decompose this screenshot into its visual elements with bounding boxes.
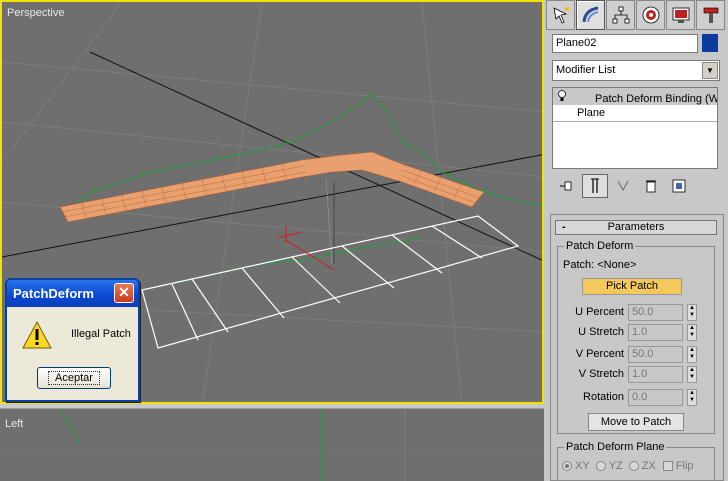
aceptar-label: Aceptar <box>48 371 100 385</box>
end-result-icon <box>591 178 599 193</box>
display-tab[interactable] <box>666 0 695 30</box>
make-unique-icon <box>617 180 629 192</box>
u-stretch-label: U Stretch <box>578 326 624 338</box>
modify-icon <box>582 6 598 23</box>
command-panel-tabs <box>546 0 728 32</box>
modify-tab[interactable] <box>576 0 605 30</box>
yz-radio[interactable] <box>595 461 606 471</box>
pin-stack-button[interactable] <box>554 174 580 198</box>
lightbulb-icon[interactable] <box>557 90 569 105</box>
u-stretch-spinner: U Stretch 1.0 ▲ ▼ <box>558 324 714 342</box>
zx-label: ZX <box>641 460 656 472</box>
left-scene <box>0 409 544 481</box>
hierarchy-icon <box>612 6 629 24</box>
modifier-list-dropdown[interactable]: Modifier List ▼ <box>552 60 720 81</box>
xy-radio[interactable] <box>562 461 572 471</box>
configure-modifier-sets-button[interactable] <box>666 174 692 198</box>
create-tab[interactable] <box>546 0 575 30</box>
dialog-titlebar[interactable]: PatchDeform ✕ <box>7 280 138 307</box>
spinner-arrows-icon[interactable]: ▲ ▼ <box>687 346 697 363</box>
patchdeform-dialog: PatchDeform ✕ Illegal Patch Aceptar <box>5 278 140 402</box>
group-title: Patch Deform <box>564 240 636 252</box>
u-percent-field[interactable]: 50.0 <box>628 304 683 321</box>
group-title: Patch Deform Plane <box>564 441 667 453</box>
flip-label: Flip <box>675 460 694 472</box>
patch-deform-plane-group: Patch Deform Plane XY YZ ZX Flip <box>557 441 715 481</box>
v-stretch-spinner: V Stretch 1.0 ▲ ▼ <box>558 366 714 384</box>
v-stretch-field[interactable]: 1.0 <box>628 366 683 383</box>
left-label[interactable]: Left <box>5 418 23 430</box>
v-percent-label: V Percent <box>575 348 624 360</box>
plane-options: XY YZ ZX Flip <box>562 460 694 472</box>
stack-item-label: Plane <box>577 107 606 119</box>
u-stretch-field[interactable]: 1.0 <box>628 324 683 341</box>
create-icon <box>552 7 569 24</box>
hierarchy-tab[interactable] <box>606 0 635 30</box>
rotation-field[interactable]: 0.0 <box>628 389 683 406</box>
spinner-arrows-icon[interactable]: ▲ ▼ <box>687 304 697 321</box>
parameters-rollout: - Parameters Patch Deform Patch: <None> … <box>550 214 724 481</box>
modifier-list-label: Modifier List <box>556 64 616 76</box>
orange-patch <box>59 151 485 223</box>
v-percent-field[interactable]: 50.0 <box>628 346 683 363</box>
parameters-rollout-header[interactable]: - Parameters <box>555 220 717 235</box>
patch-deform-group: Patch Deform Patch: <None> Pick Patch U … <box>557 240 715 434</box>
object-name-field[interactable]: Plane02 <box>552 34 698 53</box>
motion-tab[interactable] <box>636 0 665 30</box>
stack-item-label: Patch Deform Binding (W <box>595 93 717 105</box>
pick-patch-button[interactable]: Pick Patch <box>582 278 682 295</box>
configure-icon <box>672 179 686 193</box>
show-end-result-button[interactable] <box>582 174 608 198</box>
max-window: Perspective Left PatchDeform ✕ Illegal P… <box>0 0 728 481</box>
display-icon <box>672 7 689 23</box>
warning-icon <box>22 320 52 349</box>
close-icon[interactable]: ✕ <box>114 283 134 303</box>
dialog-title: PatchDeform <box>13 286 94 301</box>
motion-icon <box>642 6 659 24</box>
trash-icon <box>646 180 656 193</box>
left-viewport[interactable]: Left <box>0 408 544 481</box>
rotation-spinner: Rotation 0.0 ▲ ▼ <box>558 389 714 407</box>
u-percent-label: U Percent <box>575 306 624 318</box>
v-stretch-label: V Stretch <box>578 368 624 380</box>
patch-label: Patch: <None> <box>563 259 637 271</box>
v-percent-spinner: V Percent 50.0 ▲ ▼ <box>558 346 714 364</box>
spinner-arrows-icon[interactable]: ▲ ▼ <box>687 324 697 341</box>
utilities-icon <box>703 7 718 23</box>
perspective-label[interactable]: Perspective <box>7 7 64 19</box>
yz-label: YZ <box>608 460 623 472</box>
pivot-gizmo <box>277 226 335 271</box>
move-to-patch-button[interactable]: Move to Patch <box>588 413 684 431</box>
flip-checkbox[interactable] <box>662 461 673 471</box>
object-color-swatch[interactable] <box>702 34 718 52</box>
chevron-down-icon[interactable]: ▼ <box>702 62 718 79</box>
stack-item-plane[interactable]: Plane <box>553 105 717 122</box>
stack-toolbar <box>554 174 720 198</box>
remove-modifier-button[interactable] <box>638 174 664 198</box>
rollout-title: Parameters <box>607 221 665 233</box>
spinner-arrows-icon[interactable]: ▲ ▼ <box>687 389 697 406</box>
utilities-tab[interactable] <box>696 0 725 30</box>
xy-label: XY <box>575 460 590 472</box>
dialog-message: Illegal Patch <box>71 328 131 340</box>
collapse-icon[interactable]: - <box>562 221 566 234</box>
spinner-arrows-icon[interactable]: ▲ ▼ <box>687 366 697 383</box>
modifier-stack[interactable]: Patch Deform Binding (W Plane <box>552 87 718 169</box>
u-percent-spinner: U Percent 50.0 ▲ ▼ <box>558 304 714 322</box>
stack-item-patch-deform-binding[interactable]: Patch Deform Binding (W <box>553 88 717 105</box>
rotation-label: Rotation <box>583 391 624 403</box>
command-panel: Plane02 Modifier List ▼ Patch Deform Bin… <box>546 0 728 481</box>
make-unique-button[interactable] <box>610 174 636 198</box>
pin-icon <box>560 181 572 191</box>
zx-radio[interactable] <box>628 461 639 471</box>
aceptar-button[interactable]: Aceptar <box>37 367 111 389</box>
